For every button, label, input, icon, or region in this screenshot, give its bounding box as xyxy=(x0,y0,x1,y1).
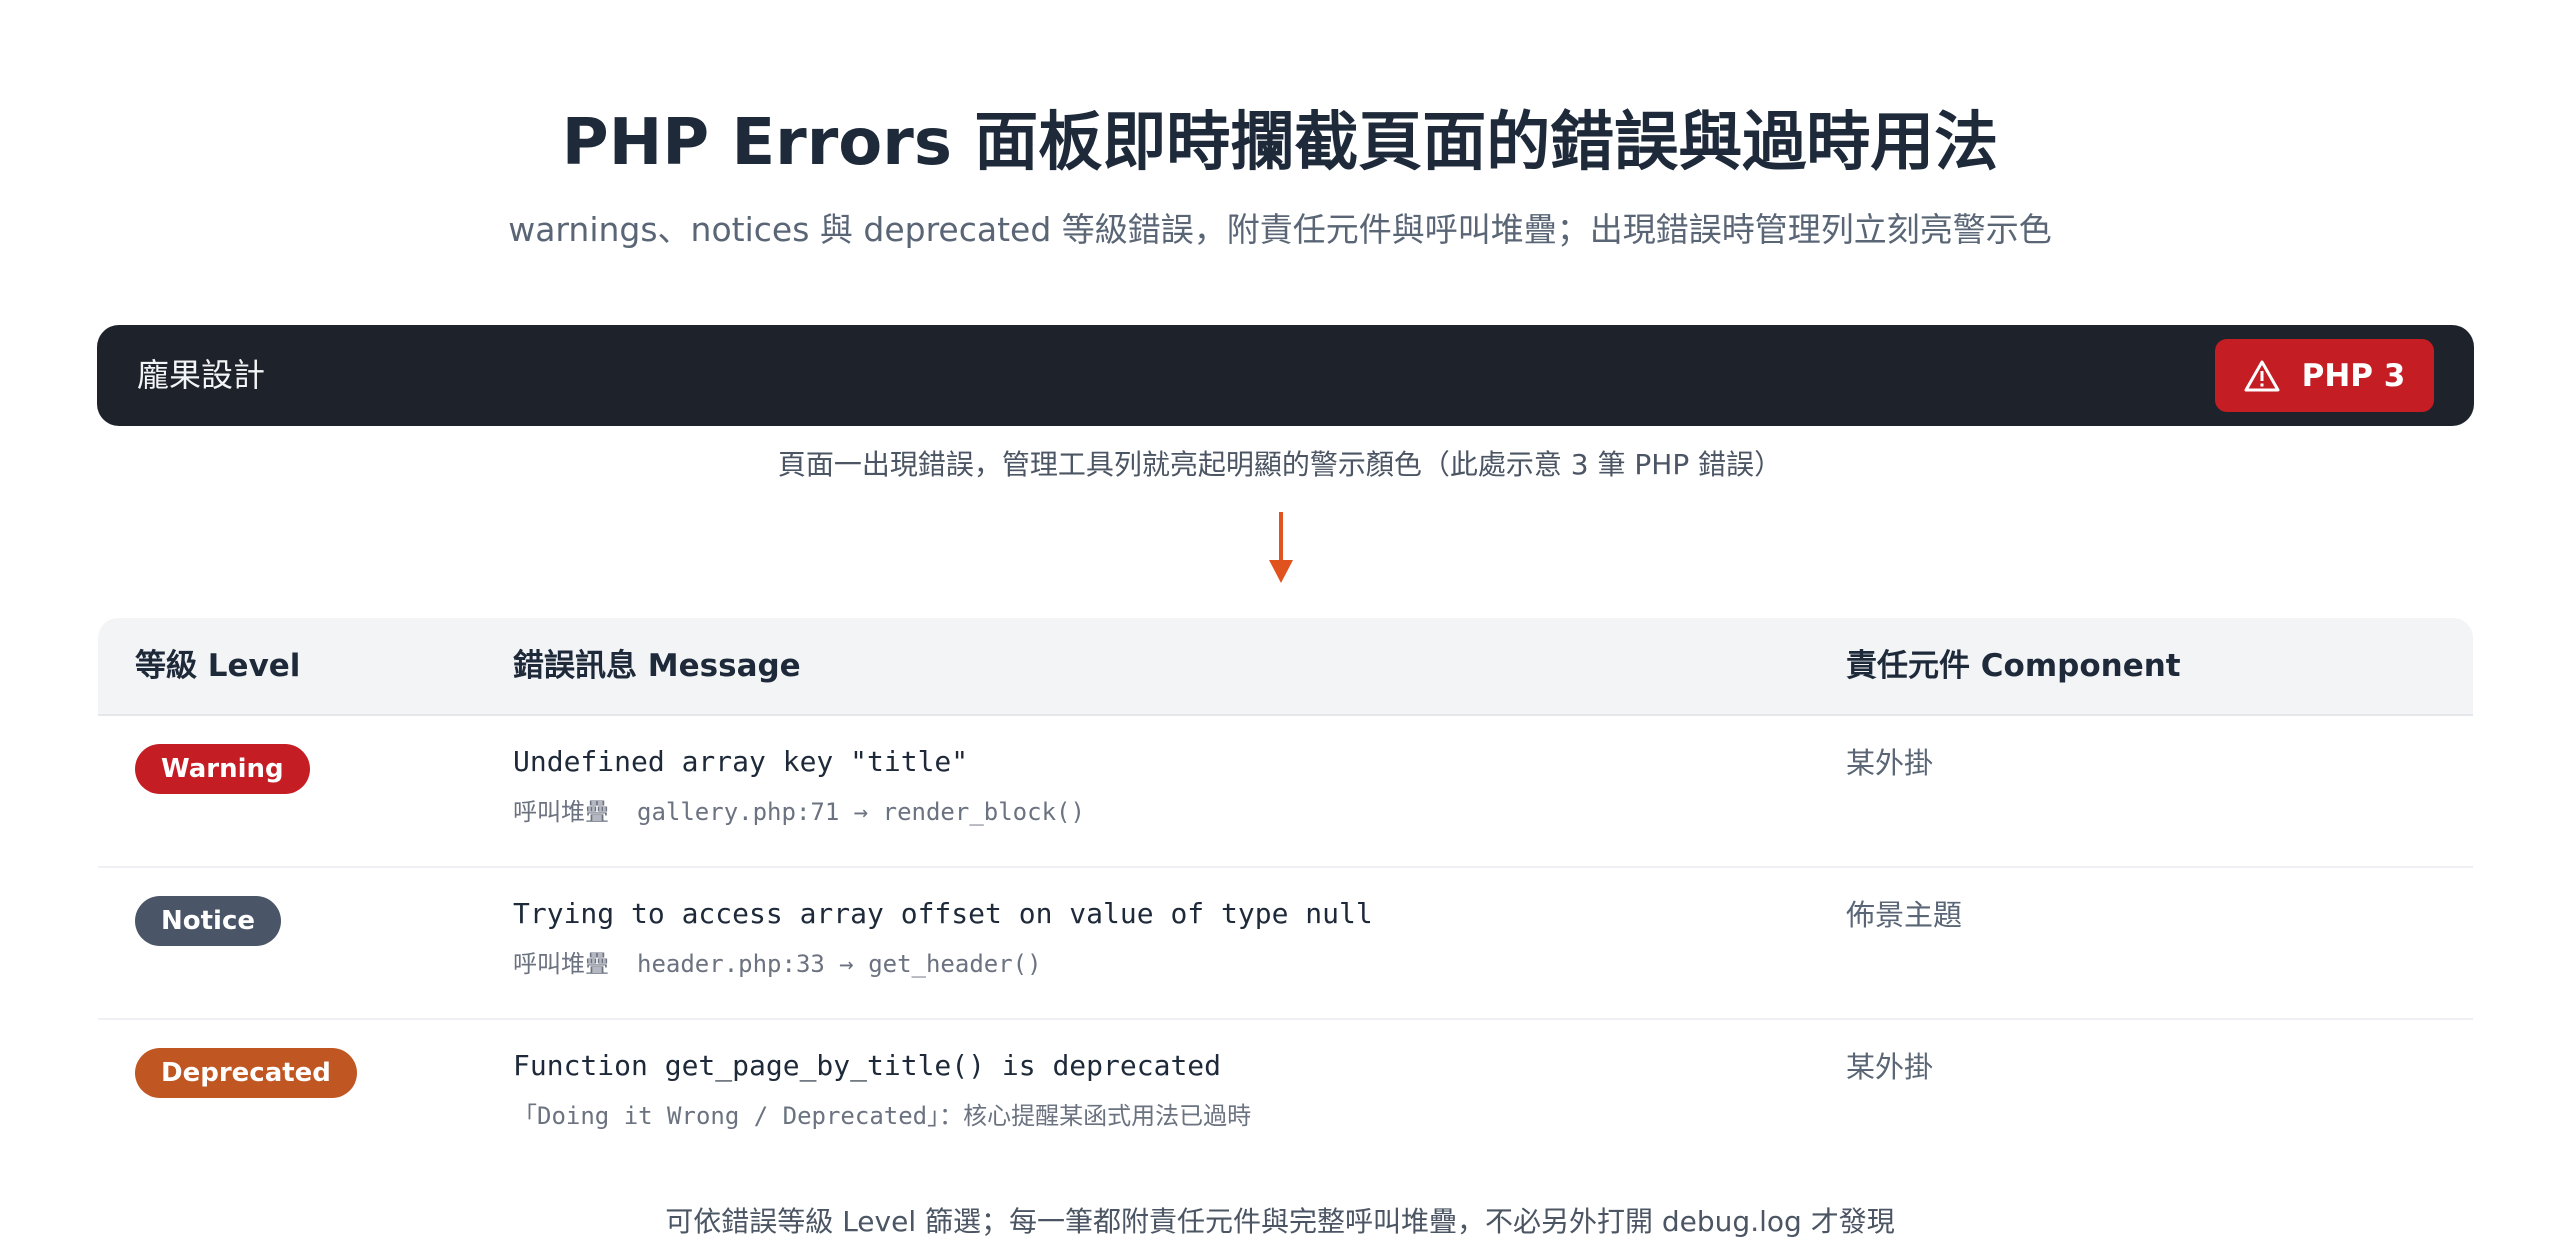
level-badge-warning: Warning xyxy=(135,744,310,794)
call-stack-label: 呼叫堆疊 xyxy=(513,798,609,826)
call-stack: 呼叫堆疊 gallery.php:71 → render_block() xyxy=(513,794,1085,830)
responsible-component: 某外掛 xyxy=(1846,746,1934,780)
level-badge-notice: Notice xyxy=(135,896,282,946)
call-stack-label: 呼叫堆疊 xyxy=(513,950,609,978)
table-row: Notice Trying to access array offset on … xyxy=(98,868,2473,1020)
page-subtitle: warnings、notices 與 deprecated 等級錯誤，附責任元件… xyxy=(508,210,2052,249)
call-stack: 呼叫堆疊 header.php:33 → get_header() xyxy=(513,946,1042,982)
error-message: Trying to access array offset on value o… xyxy=(513,897,1373,930)
php-errors-table: 等級 Level 錯誤訊息 Message 責任元件 Component War… xyxy=(98,618,2473,1170)
table-row: Warning Undefined array key "title" 呼叫堆疊… xyxy=(98,716,2473,868)
php-errors-badge-button[interactable]: PHP 3 xyxy=(2215,339,2434,412)
page-title: PHP Errors 面板即時攔截頁面的錯誤與過時用法 xyxy=(561,106,1999,180)
responsible-component: 某外掛 xyxy=(1846,1050,1934,1084)
deprecation-note: 「Doing it Wrong / Deprecated」：核心提醒某函式用法已… xyxy=(513,1098,1251,1134)
error-message: Function get_page_by_title() is deprecat… xyxy=(513,1049,1222,1082)
admin-toolbar: 龐果設計 PHP 3 xyxy=(97,325,2474,426)
footer-note: 可依錯誤等級 Level 篩選；每一筆都附責任元件與完整呼叫堆疊，不必另外打開 … xyxy=(665,1205,1895,1238)
column-header-message: 錯誤訊息 Message xyxy=(513,648,801,684)
responsible-component: 佈景主題 xyxy=(1846,898,1963,932)
php-errors-badge-label: PHP 3 xyxy=(2301,357,2406,394)
column-header-component: 責任元件 Component xyxy=(1846,648,2181,684)
site-name-link[interactable]: 龐果設計 xyxy=(137,325,265,426)
warning-triangle-icon xyxy=(2244,360,2280,392)
deprecation-note-text: ：核心提醒某函式用法已過時 xyxy=(939,1102,1252,1130)
toolbar-caption: 頁面一出現錯誤，管理工具列就亮起明顯的警示顏色（此處示意 3 筆 PHP 錯誤） xyxy=(777,448,1783,481)
call-stack-trace: gallery.php:71 → render_block() xyxy=(637,798,1085,826)
arrow-down-icon xyxy=(1268,512,1294,588)
error-message: Undefined array key "title" xyxy=(513,745,969,778)
level-badge-deprecated: Deprecated xyxy=(135,1048,357,1098)
column-header-level[interactable]: 等級 Level xyxy=(135,618,300,714)
table-header: 等級 Level 錯誤訊息 Message 責任元件 Component xyxy=(98,618,2473,716)
call-stack-trace: header.php:33 → get_header() xyxy=(637,950,1042,978)
deprecation-note-code: 「Doing it Wrong / Deprecated」 xyxy=(513,1102,940,1130)
table-row: Deprecated Function get_page_by_title() … xyxy=(98,1020,2473,1170)
